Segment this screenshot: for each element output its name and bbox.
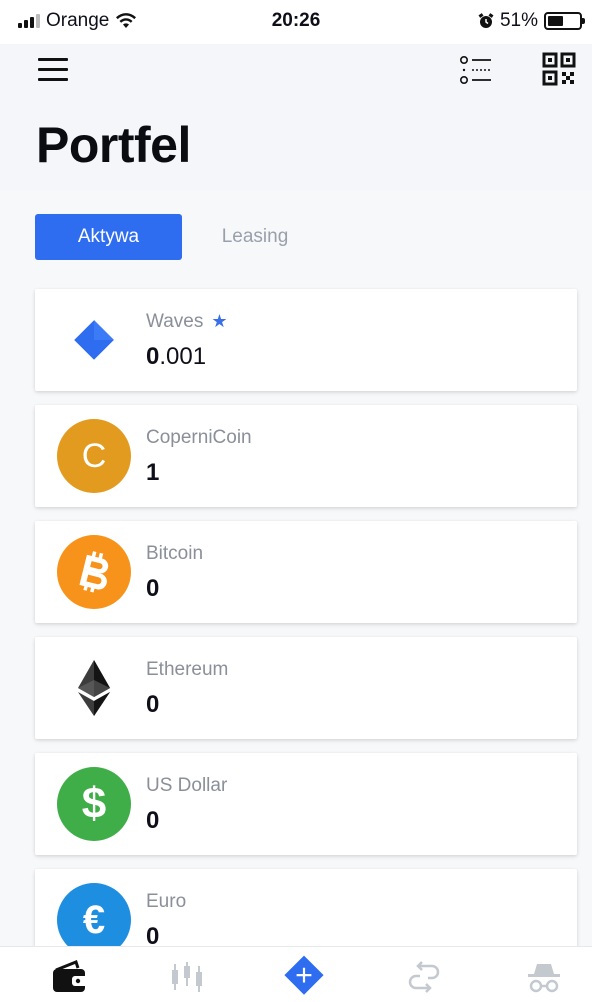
asset-name: Waves (146, 311, 204, 332)
add-icon[interactable] (280, 955, 328, 999)
asset-balance: 1 (146, 459, 159, 487)
page-title: Portfel (36, 117, 191, 173)
asset-name: Euro (146, 891, 187, 912)
asset-list: Waves ★ 0.001 C CoperniCoin 1 Bitcoin 0 … (35, 289, 577, 985)
balance-integer: 0 (146, 691, 160, 718)
tab-aktywa[interactable]: Aktywa (35, 214, 182, 260)
copernicoin-icon: C (57, 419, 131, 493)
qr-code-icon[interactable] (542, 52, 576, 86)
alarm-icon (478, 13, 494, 28)
balance-decimal: .001 (159, 343, 207, 370)
list-view-icon[interactable] (458, 54, 494, 86)
asset-balance: 0 (146, 691, 159, 719)
bitcoin-icon (57, 535, 131, 609)
battery-icon (544, 12, 585, 30)
battery-percent: 51% (499, 10, 538, 31)
asset-item-waves[interactable]: Waves ★ 0.001 (35, 289, 577, 391)
us-dollar-icon: $ (57, 767, 131, 841)
status-bar: Orange 20:26 51% (0, 0, 592, 44)
asset-balance: 0 (146, 807, 159, 835)
anonymous-icon[interactable] (520, 955, 568, 999)
balance-integer: 1 (146, 459, 160, 486)
asset-item-bitcoin[interactable]: Bitcoin 0 (35, 521, 577, 623)
tab-bar: Aktywa Leasing (35, 214, 310, 260)
dex-chart-icon[interactable] (163, 955, 211, 999)
balance-integer: 0 (146, 575, 160, 602)
asset-item-copernicoin[interactable]: C CoperniCoin 1 (35, 405, 577, 507)
wallet-icon[interactable] (46, 955, 94, 999)
star-icon[interactable]: ★ (211, 311, 227, 331)
asset-item-ethereum[interactable]: Ethereum 0 (35, 637, 577, 739)
us-dollar-glyph: $ (57, 767, 131, 841)
tab-leasing[interactable]: Leasing (200, 214, 310, 260)
asset-balance: 0.001 (146, 343, 206, 371)
asset-balance: 0 (146, 575, 159, 603)
balance-integer: 0 (146, 343, 160, 370)
ethereum-icon (57, 651, 131, 725)
bottom-nav (0, 946, 592, 1002)
transfer-icon[interactable] (400, 955, 448, 999)
balance-integer: 0 (146, 807, 160, 834)
asset-name: US Dollar (146, 775, 228, 796)
waves-icon (57, 303, 131, 377)
asset-name: Ethereum (146, 659, 229, 680)
copernicoin-glyph: C (57, 419, 131, 493)
asset-item-us-dollar[interactable]: $ US Dollar 0 (35, 753, 577, 855)
menu-icon[interactable] (38, 58, 68, 82)
asset-name: Bitcoin (146, 543, 204, 564)
asset-name: CoperniCoin (146, 427, 252, 448)
battery-fill (548, 16, 564, 26)
header: Portfel (0, 44, 592, 190)
status-right: 51% (478, 10, 585, 32)
